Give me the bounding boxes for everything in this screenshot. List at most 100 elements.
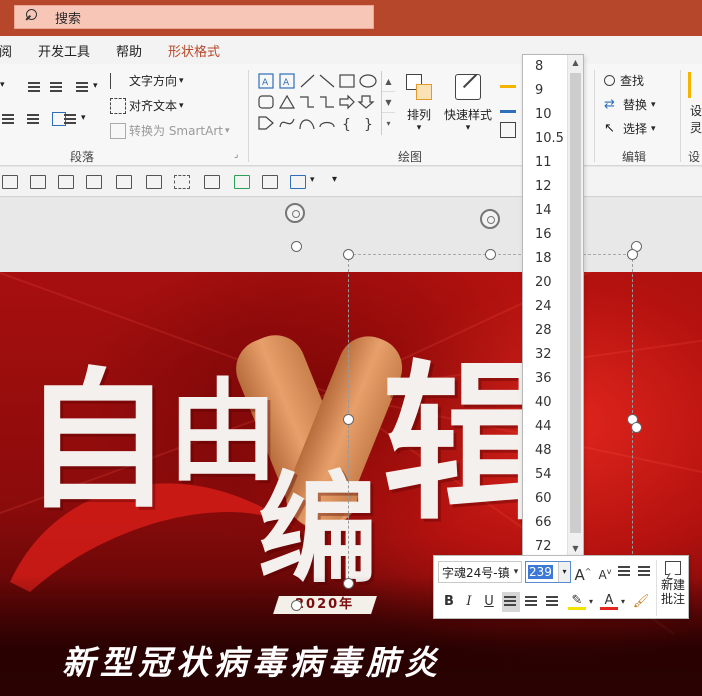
align-center-icon[interactable] bbox=[116, 175, 132, 189]
new-comment-button[interactable]: 新建 批注 bbox=[658, 559, 688, 606]
align-center-mini-button[interactable] bbox=[523, 592, 541, 612]
line-spacing-button[interactable]: ▾ bbox=[74, 78, 98, 94]
align-bottom-icon[interactable] bbox=[86, 175, 102, 189]
gallery-up-button[interactable]: ▲ bbox=[382, 71, 395, 92]
font-size-option[interactable]: 14 bbox=[523, 199, 567, 223]
align-middle-icon[interactable] bbox=[58, 175, 74, 189]
quick-styles-button[interactable]: 快速样式 ▾ bbox=[440, 72, 496, 133]
paragraph-dialog-launcher[interactable]: ⌟ bbox=[234, 150, 238, 160]
convert-smartart-button[interactable]: 转换为 SmartArt ▾ bbox=[110, 122, 230, 139]
font-size-option[interactable]: 54 bbox=[523, 463, 567, 487]
tab-help[interactable]: 帮助 bbox=[116, 41, 142, 60]
font-size-option[interactable]: 66 bbox=[523, 511, 567, 535]
rotate-handle[interactable] bbox=[480, 209, 500, 229]
text-direction-button[interactable]: 文字方向 ▾ bbox=[110, 72, 184, 89]
tab-developer[interactable]: 开发工具 bbox=[38, 41, 90, 60]
highlight-dropdown[interactable]: ▾ bbox=[586, 592, 596, 612]
find-button[interactable]: 查找 bbox=[604, 72, 644, 89]
distribute-vertical-icon[interactable] bbox=[146, 175, 162, 189]
font-size-option[interactable]: 10 bbox=[523, 103, 567, 127]
customize-toolbar-icon[interactable]: ▾ bbox=[332, 174, 337, 185]
arrange-button[interactable]: 排列 ▾ bbox=[402, 72, 436, 133]
font-size-scrollbar[interactable]: ▲ ▼ bbox=[567, 55, 583, 557]
rotate-dropdown[interactable]: ▾ bbox=[310, 175, 315, 185]
resize-handle[interactable] bbox=[291, 241, 302, 252]
align-right-icon[interactable] bbox=[234, 175, 250, 189]
bullet-dropdown[interactable]: ▾ bbox=[0, 80, 5, 90]
font-size-option[interactable]: 48 bbox=[523, 439, 567, 463]
shape-fill-button[interactable] bbox=[500, 72, 519, 88]
font-size-option[interactable]: 16 bbox=[523, 223, 567, 247]
distribute-horizontal-icon[interactable] bbox=[204, 175, 220, 189]
align-text-button[interactable]: 对齐文本 ▾ bbox=[110, 97, 184, 114]
font-size-option[interactable]: 12 bbox=[523, 175, 567, 199]
font-size-option[interactable]: 11 bbox=[523, 151, 567, 175]
increase-indent-button[interactable] bbox=[48, 78, 67, 94]
font-size-option[interactable]: 24 bbox=[523, 295, 567, 319]
decrease-indent-button[interactable] bbox=[26, 78, 45, 94]
font-color-button[interactable]: A bbox=[600, 592, 618, 610]
format-painter-button[interactable]: 🖌 bbox=[632, 592, 650, 612]
align-left-mini-button[interactable] bbox=[502, 592, 520, 612]
group-icon[interactable] bbox=[174, 175, 190, 189]
resize-handle[interactable] bbox=[343, 578, 354, 589]
increase-indent-mini-button[interactable] bbox=[636, 562, 654, 582]
resize-handle[interactable] bbox=[343, 414, 354, 425]
font-size-option[interactable]: 20 bbox=[523, 271, 567, 295]
resize-handle[interactable] bbox=[343, 249, 354, 260]
font-size-option[interactable]: 60 bbox=[523, 487, 567, 511]
tab-shape-format[interactable]: 形状格式 bbox=[168, 41, 220, 60]
resize-handle[interactable] bbox=[627, 249, 638, 260]
shape-effects-button[interactable] bbox=[500, 122, 519, 138]
shrink-font-button[interactable]: Av bbox=[596, 562, 614, 582]
resize-handle[interactable] bbox=[485, 249, 496, 260]
align-buttons[interactable] bbox=[0, 110, 69, 126]
resize-handle[interactable] bbox=[291, 600, 302, 611]
gallery-expand-button[interactable]: ▾ bbox=[382, 113, 395, 134]
align-left-icon[interactable] bbox=[2, 175, 18, 189]
align-top-icon[interactable] bbox=[30, 175, 46, 189]
font-size-dropdown-list[interactable]: 8 9 10 10.5 11 12 14 16 18 20 24 28 32 36 40 44 48 54 60 66… bbox=[522, 54, 584, 558]
rotate-icon[interactable] bbox=[290, 175, 306, 189]
font-size-option[interactable]: 32 bbox=[523, 343, 567, 367]
slide-canvas bbox=[0, 198, 702, 272]
resize-handle[interactable] bbox=[631, 422, 642, 433]
underline-button[interactable]: U bbox=[480, 592, 498, 612]
scroll-up-button[interactable]: ▲ bbox=[568, 55, 583, 71]
font-name-dropdown[interactable]: ▾ bbox=[510, 562, 522, 582]
highlight-button[interactable]: ✎ bbox=[568, 592, 586, 610]
gallery-down-button[interactable]: ▼ bbox=[382, 92, 395, 113]
shapes-gallery-scroll[interactable]: ▲ ▼ ▾ bbox=[381, 71, 395, 135]
font-size-option[interactable]: 36 bbox=[523, 367, 567, 391]
columns-button[interactable]: ▾ bbox=[62, 110, 86, 126]
font-size-option[interactable]: 10.5 bbox=[523, 127, 567, 151]
font-size-option[interactable]: 40 bbox=[523, 391, 567, 415]
shape-outline-button[interactable] bbox=[500, 97, 519, 113]
font-size-dropdown-button[interactable]: ▾ bbox=[558, 562, 570, 582]
rotate-handle[interactable] bbox=[285, 203, 305, 223]
align-right-mini-button[interactable] bbox=[544, 592, 562, 612]
italic-button[interactable]: I bbox=[460, 592, 478, 612]
font-size-option[interactable]: 8 bbox=[523, 55, 567, 79]
columns-icon bbox=[62, 110, 78, 126]
replace-button[interactable]: ⇄ 替换 ▾ bbox=[604, 96, 656, 113]
decrease-indent-mini-button[interactable] bbox=[616, 562, 634, 582]
scroll-thumb[interactable] bbox=[570, 73, 581, 533]
search-box[interactable]: 搜索 bbox=[14, 5, 374, 29]
select-button[interactable]: ↖ 选择 ▾ bbox=[604, 120, 656, 137]
font-size-option[interactable]: 18 bbox=[523, 247, 567, 271]
font-color-dropdown[interactable]: ▾ bbox=[618, 592, 628, 612]
font-size-option[interactable]: 9 bbox=[523, 79, 567, 103]
editing-group-label: 编辑 bbox=[622, 150, 647, 164]
grow-font-button[interactable]: A^ bbox=[574, 562, 592, 584]
font-size-option[interactable]: 28 bbox=[523, 319, 567, 343]
bring-forward-icon[interactable] bbox=[262, 175, 278, 189]
designer-icon bbox=[688, 72, 702, 98]
designer-button[interactable]: 设 灵 bbox=[688, 72, 702, 136]
font-size-option[interactable]: 44 bbox=[523, 415, 567, 439]
slide[interactable]: 自 由 编 辑 2020年 新型冠状病毒病毒肺炎 bbox=[0, 272, 702, 696]
tab-review[interactable]: 审阅 bbox=[0, 41, 12, 60]
shapes-gallery[interactable]: A A { } bbox=[256, 71, 380, 135]
bold-button[interactable]: B bbox=[440, 592, 458, 612]
font-size-input[interactable]: 239 ▾ bbox=[525, 561, 571, 583]
